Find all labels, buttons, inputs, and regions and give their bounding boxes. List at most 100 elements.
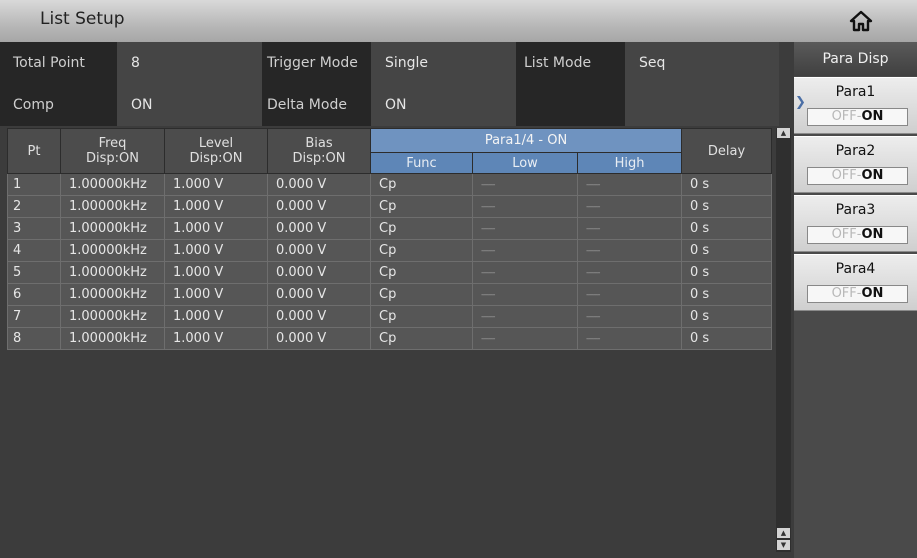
para4-toggle-button[interactable]: Para4 OFF-ON [794,254,917,311]
low-cell[interactable]: ------ [472,305,578,328]
high-cell[interactable]: ------ [576,261,683,284]
freq-header[interactable]: Freq Disp:ON [60,128,165,174]
button-label: Para4 [835,261,876,277]
level-cell[interactable]: 1.000 V [164,195,268,218]
level-cell[interactable]: 1.000 V [164,283,268,306]
para-header[interactable]: Para1/4 - ON [369,128,683,153]
freq-cell[interactable]: 1.00000kHz [60,261,165,284]
delay-cell[interactable]: 0 s [681,261,773,284]
bias-cell[interactable]: 0.000 V [267,173,371,196]
func-cell[interactable]: Cp [370,217,473,240]
scrollbar[interactable]: ▲ ▲ ▼ [776,128,791,552]
low-cell[interactable]: ------ [472,283,578,306]
page-title: List Setup [40,9,125,29]
func-cell[interactable]: Cp [370,305,473,328]
delay-cell[interactable]: 0 s [681,305,773,328]
para1-toggle-button[interactable]: Para1 OFF-ON [794,77,917,134]
level-cell[interactable]: 1.000 V [164,217,268,240]
low-cell[interactable]: ------ [472,261,578,284]
table-row[interactable]: 2 1.00000kHz 1.000 V 0.000 V Cp ------ ------ 0… [7,195,773,218]
table-row[interactable]: 4 1.00000kHz 1.000 V 0.000 V Cp ------ ------ 0… [7,239,773,262]
bias-cell[interactable]: 0.000 V [267,283,371,306]
bias-cell[interactable]: 0.000 V [267,327,371,350]
home-icon[interactable] [848,9,874,33]
table-row[interactable]: 7 1.00000kHz 1.000 V 0.000 V Cp ------ ------ 0… [7,305,773,328]
high-cell[interactable]: ------ [576,283,683,306]
scroll-down-icon[interactable]: ▼ [777,540,790,550]
func-cell[interactable]: Cp [370,239,473,262]
delay-cell[interactable]: 0 s [681,217,773,240]
delta-mode-field[interactable]: ON [371,84,516,126]
pt-cell[interactable]: 5 [7,261,61,284]
delay-cell[interactable]: 0 s [681,239,773,262]
table-row[interactable]: 3 1.00000kHz 1.000 V 0.000 V Cp ------ ------ 0… [7,217,773,240]
delay-header[interactable]: Delay [681,128,773,174]
func-cell[interactable]: Cp [370,327,473,350]
delay-cell[interactable]: 0 s [681,283,773,306]
freq-cell[interactable]: 1.00000kHz [60,195,165,218]
pt-cell[interactable]: 4 [7,239,61,262]
high-cell[interactable]: ------ [576,217,683,240]
freq-cell[interactable]: 1.00000kHz [60,173,165,196]
delay-cell[interactable]: 0 s [681,327,773,350]
pt-cell[interactable]: 8 [7,327,61,350]
low-header[interactable]: Low [472,152,578,174]
trigger-mode-field[interactable]: Single [371,42,516,84]
freq-cell[interactable]: 1.00000kHz [60,283,165,306]
list-mode-field[interactable]: Seq [625,42,779,84]
pt-cell[interactable]: 7 [7,305,61,328]
high-cell[interactable]: ------ [576,195,683,218]
level-cell[interactable]: 1.000 V [164,327,268,350]
bias-cell[interactable]: 0.000 V [267,217,371,240]
func-cell[interactable]: Cp [370,283,473,306]
freq-cell[interactable]: 1.00000kHz [60,327,165,350]
freq-cell[interactable]: 1.00000kHz [60,305,165,328]
func-cell[interactable]: Cp [370,261,473,284]
table-row[interactable]: 5 1.00000kHz 1.000 V 0.000 V Cp ------ ------ 0… [7,261,773,284]
high-cell[interactable]: ------ [576,327,683,350]
low-cell[interactable]: ------ [472,173,578,196]
level-header[interactable]: Level Disp:ON [164,128,268,174]
func-header[interactable]: Func [370,152,473,174]
off-option: OFF [831,109,857,124]
off-option: OFF [831,227,857,242]
freq-cell[interactable]: 1.00000kHz [60,217,165,240]
scroll-up-icon[interactable]: ▲ [777,528,790,538]
table-row[interactable]: 8 1.00000kHz 1.000 V 0.000 V Cp ------ ------ 0… [7,327,773,350]
bias-header[interactable]: Bias Disp:ON [267,128,371,174]
pt-cell[interactable]: 1 [7,173,61,196]
pt-cell[interactable]: 6 [7,283,61,306]
bias-cell[interactable]: 0.000 V [267,195,371,218]
high-cell[interactable]: ------ [576,239,683,262]
bias-cell[interactable]: 0.000 V [267,305,371,328]
table-row[interactable]: 1 1.00000kHz 1.000 V 0.000 V Cp ------ ------ 0… [7,173,773,196]
low-cell[interactable]: ------ [472,327,578,350]
para3-toggle-button[interactable]: Para3 OFF-ON [794,195,917,252]
delay-cell[interactable]: 0 s [681,195,773,218]
bias-cell[interactable]: 0.000 V [267,239,371,262]
level-cell[interactable]: 1.000 V [164,305,268,328]
bias-cell[interactable]: 0.000 V [267,261,371,284]
title-bar: List Setup [0,0,917,42]
level-cell[interactable]: 1.000 V [164,173,268,196]
low-cell[interactable]: ------ [472,195,578,218]
low-cell[interactable]: ------ [472,239,578,262]
pt-cell[interactable]: 2 [7,195,61,218]
high-header[interactable]: High [576,152,683,174]
func-cell[interactable]: Cp [370,195,473,218]
level-cell[interactable]: 1.000 V [164,239,268,262]
high-cell[interactable]: ------ [576,173,683,196]
scroll-up-icon[interactable]: ▲ [777,128,790,138]
high-cell[interactable]: ------ [576,305,683,328]
para2-toggle-button[interactable]: Para2 OFF-ON [794,136,917,193]
comp-field[interactable]: ON [117,84,262,126]
low-cell[interactable]: ------ [472,217,578,240]
empty-label-cell [511,84,622,126]
freq-cell[interactable]: 1.00000kHz [60,239,165,262]
table-row[interactable]: 6 1.00000kHz 1.000 V 0.000 V Cp ------ ------ 0… [7,283,773,306]
total-point-field[interactable]: 8 [117,42,262,84]
level-cell[interactable]: 1.000 V [164,261,268,284]
func-cell[interactable]: Cp [370,173,473,196]
pt-cell[interactable]: 3 [7,217,61,240]
delay-cell[interactable]: 0 s [681,173,773,196]
